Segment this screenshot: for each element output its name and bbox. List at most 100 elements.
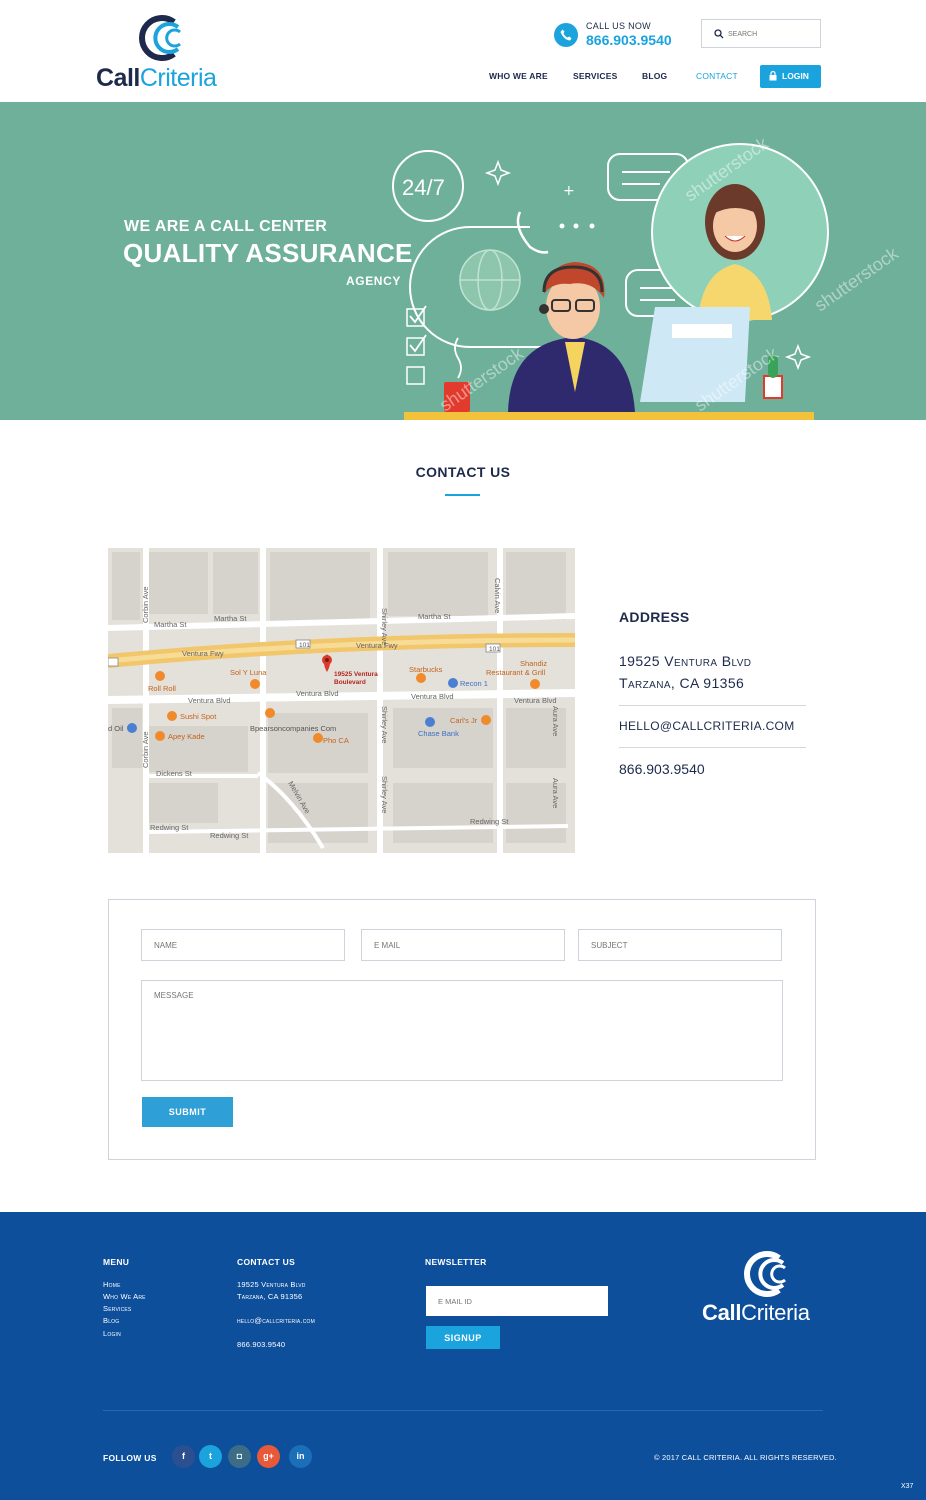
call-us-label: CALL US NOW [586,21,651,31]
newsletter-email-input[interactable] [426,1286,608,1316]
street-redwing-3: Redwing St [470,817,509,826]
nav-blog[interactable]: BLOG [642,71,667,81]
hero-line-1: WE ARE A CALL CENTER [124,218,328,235]
copyright-text: © 2017 CALL CRITERIA. ALL RIGHTS RESERVE… [654,1453,837,1462]
submit-button[interactable]: SUBMIT [142,1097,233,1127]
street-ventura-blvd-1: Ventura Blvd [188,696,231,705]
street-corbin-1: Corbin Ave [141,586,150,623]
place-chase: Chase Bank [418,729,459,738]
footer-address-line-1: 19525 Ventura Blvd [237,1280,306,1289]
signup-button[interactable]: SIGNUP [426,1326,500,1349]
facebook-icon[interactable]: f [172,1445,195,1468]
street-aura-2: Aura Ave [551,778,560,808]
phone-icon [554,23,578,47]
street-ventura-blvd-2: Ventura Blvd [296,689,339,698]
footer-logo[interactable]: CallCriteria [700,1250,830,1330]
pin-label-line-1: 19525 Ventura [334,671,378,678]
street-ventura-blvd-4: Ventura Blvd [514,696,557,705]
name-field[interactable] [141,929,345,961]
message-field[interactable] [141,980,783,1081]
footer-link-services[interactable]: Services [103,1304,131,1313]
street-ventura-blvd-3: Ventura Blvd [411,692,454,701]
footer-email[interactable]: hello@callcriteria.com [237,1316,315,1325]
map-canvas: 101 101 Martha St Martha St Martha St Ve… [108,548,575,853]
location-map[interactable]: 101 101 Martha St Martha St Martha St Ve… [108,548,575,853]
footer-divider [103,1410,823,1411]
call-center-illustration: 24/7 + shutterstock shutterstock shutter… [392,133,903,420]
logo-word-call: Call [96,64,140,92]
street-redwing-1: Redwing St [150,823,189,832]
street-calvin: Calvin Ave [493,578,502,613]
street-ventura-fwy-1: Ventura Fwy [182,649,224,658]
call-us-number[interactable]: 866.903.9540 [586,32,672,48]
twitter-icon[interactable]: t [199,1445,222,1468]
address-heading: ADDRESS [619,609,690,625]
place-roll-roll: Roll Roll [148,684,176,693]
street-redwing-2: Redwing St [210,831,249,840]
hero-banner: WE ARE A CALL CENTER QUALITY ASSURANCE A… [0,102,926,420]
street-shirley-3: Shirley Ave [380,776,389,813]
nav-services[interactable]: SERVICES [573,71,617,81]
street-martha-1: Martha St [154,620,187,629]
lock-icon [769,71,777,81]
logo-wordmark: CallCriteria [96,64,217,93]
search-input[interactable] [728,26,816,42]
footer-phone[interactable]: 866.903.9540 [237,1340,285,1349]
site-footer: MENU Home Who We Are Services Blog Login… [0,1212,926,1500]
logo-word-criteria: Criteria [139,64,217,92]
search-icon [714,29,724,39]
place-oil: d Oil [108,724,124,733]
street-shirley-2: Shirley Ave [380,706,389,743]
place-bpearson: Bpearsoncompanies Com [250,724,336,733]
footer-logo-wordmark: CallCriteria [702,1300,810,1326]
place-shandiz-2: Restaurant & Grill [486,668,546,677]
login-button[interactable]: LOGIN [760,65,821,88]
place-recon: Recon 1 [460,679,488,688]
address-divider-1 [619,705,806,706]
place-shandiz-1: Shandiz [520,659,547,668]
footer-link-login[interactable]: Login [103,1329,121,1338]
email-field[interactable] [361,929,565,961]
footer-logo-word-call: Call [702,1300,742,1325]
login-label: LOGIN [782,71,809,81]
address-email[interactable]: HELLO@CALLCRITERIA.COM [619,719,795,733]
footer-logo-mark-icon [744,1251,786,1297]
footer-link-home[interactable]: Home [103,1280,121,1289]
street-aura-1: Aura Ave [551,706,560,736]
footer-logo-word-criteria: Criteria [741,1300,810,1325]
footer-address-line-2: Tarzana, CA 91356 [237,1292,303,1301]
place-sol-y-luna: Sol Y Luna [230,668,267,677]
footer-link-who-we-are[interactable]: Who We Are [103,1292,146,1301]
badge-24-7: 24/7 [402,175,445,200]
call-us-block[interactable]: CALL US NOW 866.903.9540 [554,21,694,51]
footer-link-blog[interactable]: Blog [103,1316,119,1325]
street-martha-3: Martha St [418,612,451,621]
place-starbucks: Starbucks [409,665,443,674]
route-101-b: 101 [489,646,500,653]
street-dickens: Dickens St [156,769,193,778]
address-divider-2 [619,747,806,748]
brand-logo[interactable]: CallCriteria [96,14,226,92]
linkedin-icon[interactable]: in [289,1445,312,1468]
nav-who-we-are[interactable]: WHO WE ARE [489,71,548,81]
nav-contact[interactable]: CONTACT [696,71,738,81]
pin-label-line-2: Boulevard [334,679,366,686]
street-martha-2: Martha St [214,614,247,623]
address-line-1: 19525 Ventura Blvd [619,653,752,669]
subject-field[interactable] [578,929,782,961]
street-corbin-2: Corbin Ave [141,731,150,768]
follow-us-label: FOLLOW US [103,1453,157,1463]
footer-contact-heading: CONTACT US [237,1257,296,1267]
instagram-icon[interactable]: ◘ [228,1445,251,1468]
address-phone[interactable]: 866.903.9540 [619,761,705,777]
street-ventura-fwy-2: Ventura Fwy [356,641,398,650]
corner-tag: X37 [901,1483,914,1490]
route-101-a: 101 [299,642,310,649]
place-apey-kade: Apey Kade [168,732,205,741]
google-plus-icon[interactable]: g+ [257,1445,280,1468]
site-header: CallCriteria CALL US NOW 866.903.9540 WH… [0,0,926,102]
contact-section-title: CONTACT US [415,464,511,480]
address-line-2: Tarzana, CA 91356 [619,675,745,691]
search-box[interactable] [701,19,821,48]
place-pho-ca: Pho CA [323,736,349,745]
